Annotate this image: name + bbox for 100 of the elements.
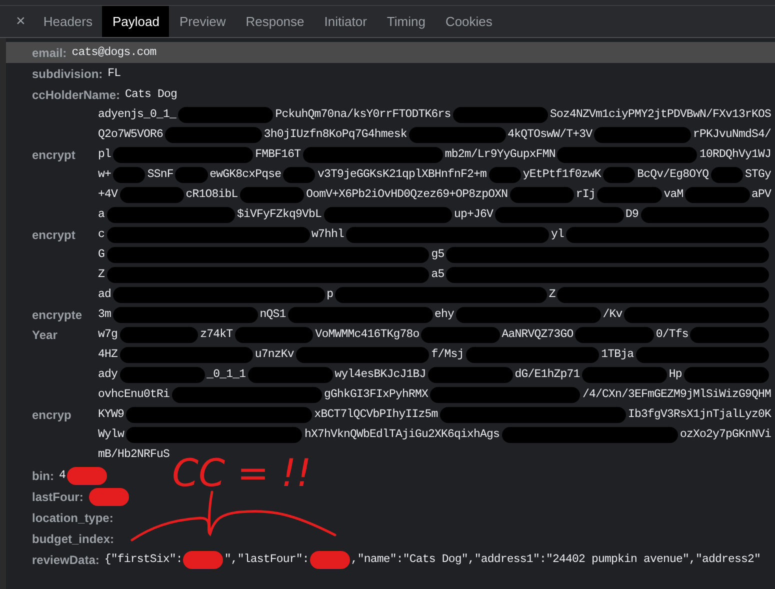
value-text: adyenjs_0_1_ [98,107,176,124]
value-text: OomV+X6Pb2iOvHD0Qzez69+OP8zpOXN [306,187,508,204]
value-text: z74kT [200,327,233,344]
value-text: hX7hVknQWbEdlTAjiGu2XK6qixhAgs [304,427,500,444]
tab[interactable]: Payload [102,6,170,37]
value-text: D9 [626,207,639,224]
payload-row[interactable]: reviewData: {"firstSix": ","lastFour": ,"name":"Cats Dog","address1":"24402 pumpkin avenue","address2" [6,549,760,570]
value-text: ,"name":"Cats Dog","address1":"24402 pumpkin avenue","address2" [350,552,760,568]
value-text: ewGK8cxPqse [210,167,282,184]
value-text: aPV [752,187,772,204]
value-text: Hp [668,367,682,384]
payload-row[interactable]: budget_index: [6,528,120,549]
field-key: encryp [32,408,72,422]
value-text: ozXo2y7pGKnNVi [680,427,771,444]
value-text: up+J6V [454,207,494,224]
value-text: _0_1_1 [206,367,246,384]
value-text: 3m [98,307,112,324]
field-key: encrypt [32,148,76,162]
value-text: w+ [98,167,112,184]
field-key: email: [32,44,67,62]
value-text: ovhcEnu0tRi [98,387,170,404]
value-text: /Kv [602,307,622,324]
field-key: bin: [32,466,54,484]
value-text: f/Msj [431,347,464,364]
value-text: 4kQTOswW/T+3V [508,127,592,144]
value-text: 4 [59,468,66,484]
value-text: 0/Tfs [656,327,688,344]
tab[interactable]: Timing [376,6,436,37]
value-text: u7nzKv [254,347,294,364]
value-text: w7hhl [312,227,344,244]
field-key: encrypte [32,308,82,322]
field-key: location_type: [32,508,114,526]
value-text: 4HZ [98,347,118,364]
value-text: mb2m/Lr9YyGupxFMN [444,147,556,164]
value-text: 1TBja [601,347,634,364]
value-text: Wylw [98,427,124,444]
value-text: PckuhQm70na/ksY0rrFTODTK6rs [275,107,451,124]
value-text: VoMWMMc416TKg78o [315,327,420,344]
value-text: ad [98,287,112,304]
value-text: G [98,247,105,264]
tab[interactable]: Initiator [314,6,377,37]
payload-row[interactable]: ccHolderName: Cats Dog [6,84,178,105]
tab[interactable]: Preview [169,6,236,37]
value-text: SSnF [147,167,174,184]
value-text: a [98,207,105,224]
value-text: cats@dogs.com [72,44,156,61]
value-text: p [326,287,334,304]
value-text: FL [108,66,121,82]
payload-row[interactable]: subdivision: FL [6,63,121,84]
value-text: Cats Dog [125,86,178,103]
value-text: pl [98,147,112,164]
value-text: rIj [576,187,596,204]
value-text: g5 [431,247,444,264]
handwritten-annotation: CC = !! [172,454,312,492]
value-text: +4V [98,187,118,204]
value-text: w7g [98,327,118,344]
field-key: encrypt [32,228,76,242]
value-text: mB/Hb [98,447,131,464]
value-text: gGhkGI3FIxPyhRMX [324,387,428,404]
value-text: FMBF16T [255,147,301,164]
value-text: dG/E1hZp71 [514,367,580,384]
value-text: vaM [664,187,684,204]
value-text: nQS1 [260,307,286,324]
close-button[interactable]: × [8,6,34,37]
tab[interactable]: Cookies [435,6,502,37]
value-text: yEtPtf1f0zwK [522,167,601,184]
value-text: Ib3fgV3RsX1jnTjalLyz0K [628,407,772,424]
value-text: $iVFyFZkq9VbL [237,207,322,224]
value-text: 10RDQhVy1WJ [699,147,771,164]
value-text: xBCT7lQCVbPIhyIIz5m [314,407,438,424]
value-text: 2NRFuS [130,447,170,464]
value-text: BcQv/Eg8OYQ [637,167,709,184]
field-key: budget_index: [32,530,114,548]
value-text: {"firstSix": [104,552,182,568]
value-text: cR1O8ibL [186,187,238,204]
field-key: ccHolderName: [32,86,120,104]
value-text: Q2o7W5VOR6 [98,127,164,144]
value-text: /4/CXn/3EFmGEZM9jMlSiWizG9QHM [582,387,771,404]
tab[interactable]: Response [236,6,314,37]
value-text: wyl4esBKJcJ1BJ [334,367,426,384]
field-key: subdivision: [32,64,103,82]
value-text: ","lastFour": [224,552,309,568]
value-text: a5 [431,267,444,284]
tab[interactable]: Headers [33,6,102,37]
value-text: v3T9jeGGKsK21qplXBHnfnF2+m [317,167,487,184]
value-text: 3h0jIUzfn8KoPq7G4hmesk [264,127,407,144]
value-text: Z [548,287,556,304]
payload-row[interactable]: bin: 4 [6,465,108,486]
value-text: Soz4NZVm1ciyPMY2jtPDVBwN/FXv13rKOS [550,107,771,124]
value-text: rPKJvuNmdS4/ [693,127,772,144]
payload-row[interactable]: email: cats@dogs.com [6,42,156,63]
value-text: yl [551,227,564,244]
field-key: lastFour: [32,488,84,506]
payload-row[interactable]: location_type: [6,507,118,528]
value-text: ehy [434,307,454,324]
payload-row[interactable]: lastFour: [6,486,130,507]
value-text: Z [98,267,105,284]
value-text: STGy [744,167,771,184]
field-key: Year [32,328,58,342]
value-text: ady [98,367,118,384]
